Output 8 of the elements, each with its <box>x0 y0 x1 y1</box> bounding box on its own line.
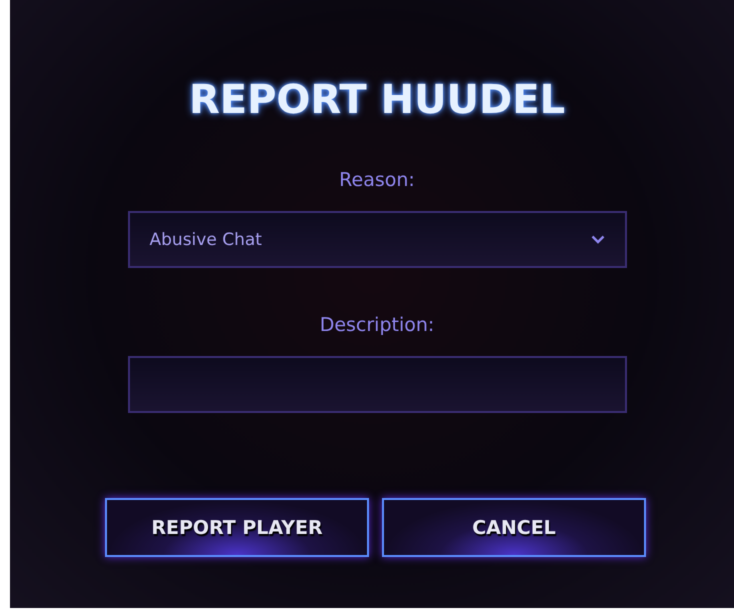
report-button[interactable]: REPORT PLAYER <box>105 498 369 557</box>
description-field[interactable] <box>128 356 626 413</box>
cancel-button[interactable]: CANCEL <box>382 498 646 557</box>
dialog-title: REPORT HUUDEL <box>188 76 566 124</box>
reason-dropdown[interactable]: Abusive Chat <box>128 211 626 268</box>
chevron-down-icon <box>590 235 604 244</box>
field-label: Reason: <box>339 168 415 192</box>
field-label: Description: <box>320 313 434 337</box>
